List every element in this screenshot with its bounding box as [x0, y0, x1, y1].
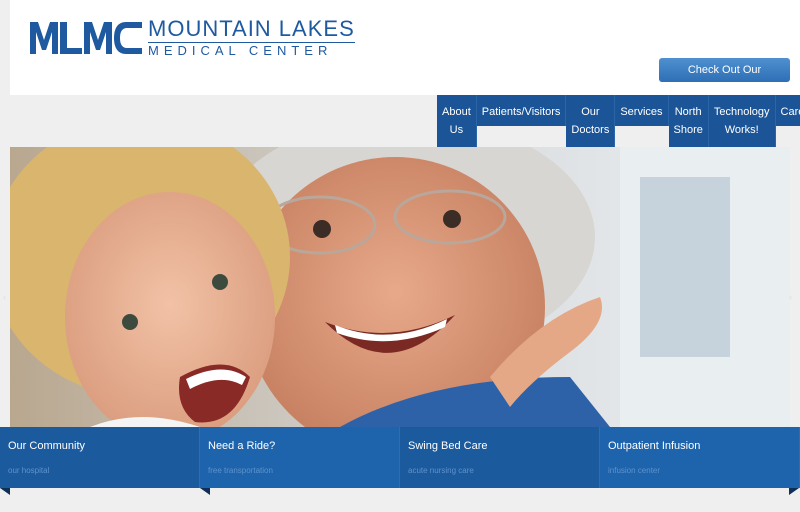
nav-item-about-us[interactable]: About Us: [437, 95, 477, 147]
nav-label: Our: [581, 106, 600, 118]
nav-label: North: [674, 106, 702, 118]
feature-box-swing-bed-care[interactable]: Swing Bed Care acute nursing care: [400, 427, 600, 488]
nav-item-services[interactable]: Services: [615, 95, 669, 126]
feature-title: Swing Bed Care: [408, 440, 488, 452]
ribbon-fold: [0, 488, 10, 495]
site-header: MOUNTAIN LAKES MEDICAL CENTER Check Out …: [10, 0, 800, 100]
feature-box-need-a-ride[interactable]: Need a Ride? free transportation: [200, 427, 400, 495]
nav-label: Patients/Visitors: [481, 106, 561, 118]
nav-label: About: [442, 106, 471, 118]
feature-title: Our Community: [8, 440, 86, 452]
hero-photo: [10, 147, 790, 427]
nav-item-careers[interactable]: Careers: [775, 95, 800, 126]
feature-title: Need a Ride?: [208, 440, 276, 452]
main-nav: About Us Patients/Visitors Our Doctors S…: [437, 95, 800, 147]
feature-subtitle: free transportation: [208, 466, 273, 475]
nav-label: Us: [449, 124, 464, 136]
nav-item-our-doctors[interactable]: Our Doctors: [566, 95, 616, 147]
feature-subtitle: acute nursing care: [408, 466, 474, 475]
feature-boxes: Our Community our hospital Need a Ride? …: [0, 427, 800, 495]
chevron-right-icon[interactable]: ›: [789, 292, 797, 302]
ribbon-fold: [200, 488, 210, 495]
nav-item-technology-works[interactable]: Technology Works!: [708, 95, 776, 147]
newsletter-button[interactable]: Check Out Our Newsletter!: [659, 58, 790, 100]
ribbon-fold: [789, 488, 799, 495]
mlmc-logo-mark: [30, 20, 142, 56]
nav-item-north-shore[interactable]: North Shore: [668, 95, 709, 147]
site-logo[interactable]: MOUNTAIN LAKES MEDICAL CENTER: [30, 18, 355, 58]
nav-label: Works!: [724, 124, 759, 136]
feature-title: Outpatient Infusion: [608, 440, 701, 452]
nav-label: Doctors: [571, 124, 610, 136]
nav-label: Technology: [713, 106, 770, 118]
logo-text: MOUNTAIN LAKES MEDICAL CENTER: [148, 18, 355, 58]
logo-name: MOUNTAIN LAKES: [148, 16, 355, 41]
feature-box-outpatient-infusion[interactable]: Outpatient Infusion infusion center: [600, 427, 800, 495]
nav-label: Careers: [780, 106, 800, 118]
nav-label: Services: [620, 106, 663, 118]
nav-label: Shore: [673, 124, 703, 136]
logo-subtitle: MEDICAL CENTER: [148, 42, 355, 58]
feature-subtitle: our hospital: [8, 466, 50, 475]
nav-item-patients-visitors[interactable]: Patients/Visitors: [476, 95, 567, 126]
hero-slideshow[interactable]: [10, 147, 790, 427]
feature-box-our-community[interactable]: Our Community our hospital: [0, 427, 200, 495]
chevron-left-icon[interactable]: ‹: [3, 292, 11, 302]
feature-subtitle: infusion center: [608, 466, 661, 475]
